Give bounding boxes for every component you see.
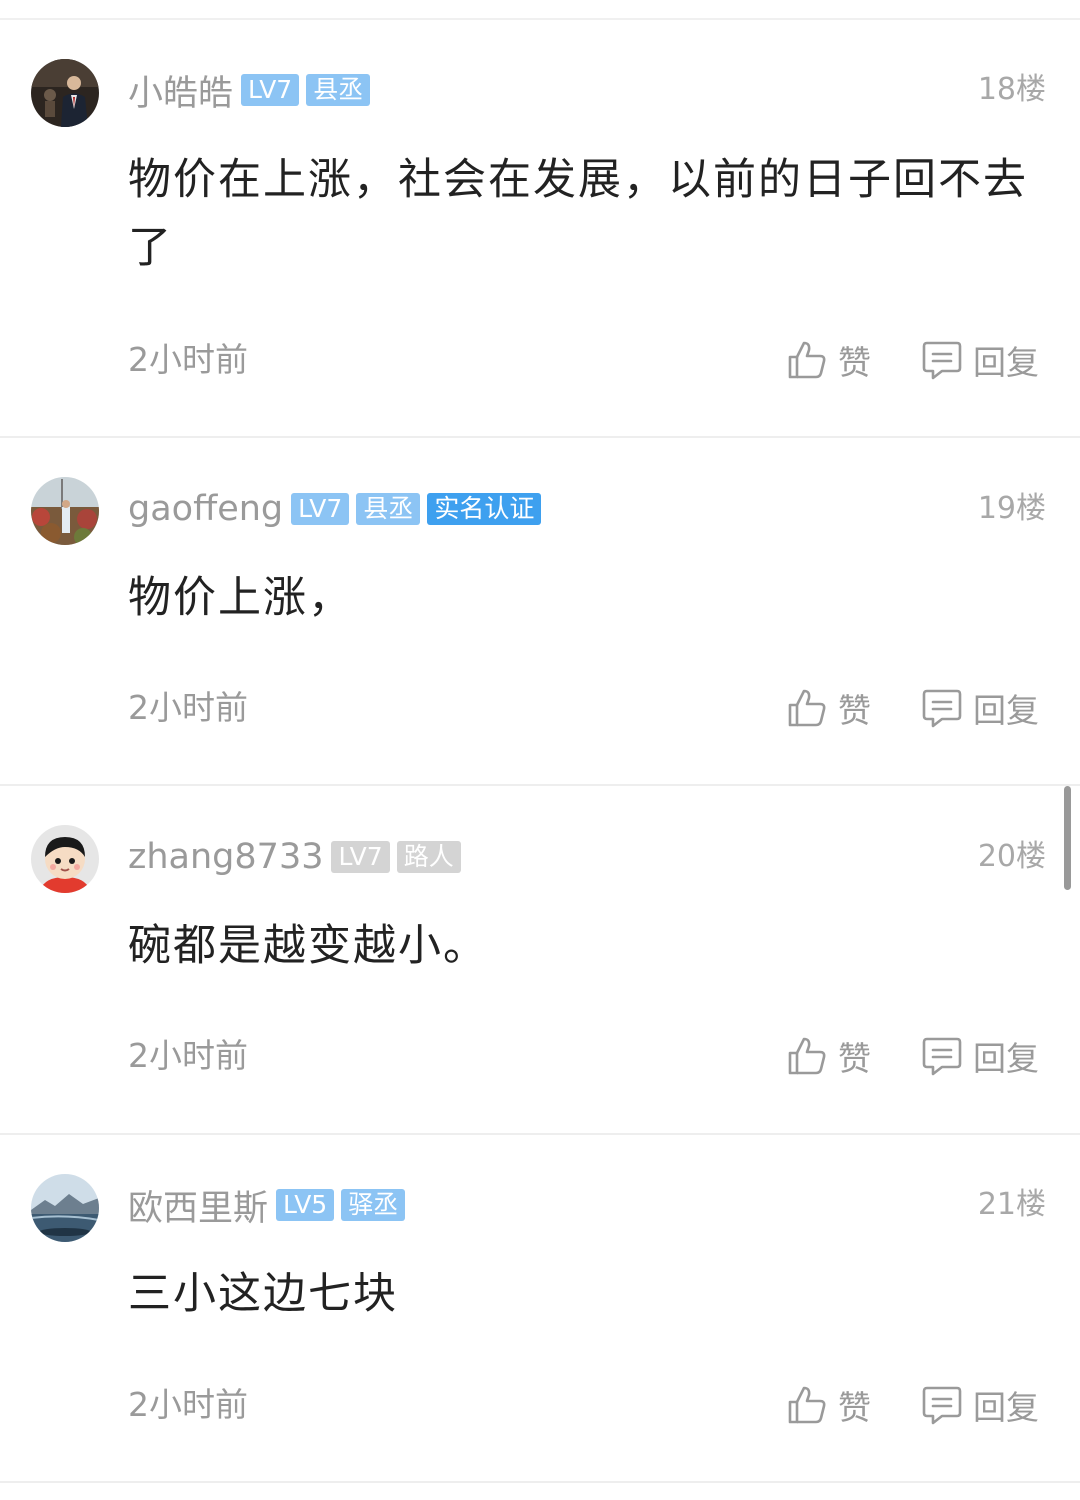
username[interactable]: 小皓皓 [128,65,233,116]
reply-button[interactable]: 回复 [921,683,1039,733]
reply-label: 回复 [973,343,1039,382]
title-badge: 路人 [396,841,461,873]
comment-time: 2小时前 [128,1036,248,1075]
like-label: 赞 [838,1039,871,1078]
reply-button[interactable]: 回复 [921,1380,1039,1430]
avatar-photo-icon [31,59,99,127]
comment-header: 小皓皓 LV7 县丞 [128,65,377,115]
level-badge: LV5 [276,1189,335,1221]
comment-bubble-icon [921,1035,963,1077]
level-badge: LV7 [291,493,350,525]
comment-divider [0,436,1080,438]
comment-divider [0,1481,1080,1483]
comment-time: 2小时前 [128,688,248,727]
avatar[interactable] [31,59,99,127]
comment-bubble-icon [921,1384,963,1426]
thumbs-up-icon [786,1384,828,1426]
avatar[interactable] [31,825,99,893]
title-badge: 县丞 [356,493,421,525]
reply-label: 回复 [973,691,1039,730]
thumbs-up-icon [786,1035,828,1077]
title-badge: 县丞 [306,74,371,106]
username[interactable]: 欧西里斯 [128,1180,268,1231]
cartoon-face-avatar-icon [31,825,99,893]
thumbs-up-icon [786,339,828,381]
like-label: 赞 [838,1388,871,1427]
comment-header: gaoffeng LV7 县丞 实名认证 [128,484,548,534]
comment-time: 2小时前 [128,340,248,379]
username[interactable]: gaoffeng [128,489,283,529]
floor-number: 18楼 [977,72,1046,107]
comment-divider [0,784,1080,786]
comment-header: 欧西里斯 LV5 驿丞 [128,1180,412,1230]
username[interactable]: zhang8733 [128,837,323,877]
reply-button[interactable]: 回复 [921,1031,1039,1081]
reply-label: 回复 [973,1388,1039,1427]
level-badge: LV7 [241,74,300,106]
like-label: 赞 [838,691,871,730]
like-button[interactable]: 赞 [786,1380,871,1430]
avatar[interactable] [31,477,99,545]
level-badge: LV7 [331,841,390,873]
comment-bubble-icon [921,687,963,729]
comment-text[interactable]: 物价上涨， [128,564,1028,632]
like-button[interactable]: 赞 [786,683,871,733]
comment-text[interactable]: 物价在上涨，社会在发展，以前的日子回不去了 [128,146,1028,282]
floor-number: 20楼 [977,839,1046,874]
top-divider [0,18,1080,20]
comment-time: 2小时前 [128,1385,248,1424]
floor-number: 19楼 [977,491,1046,526]
floor-number: 21楼 [977,1187,1046,1222]
landscape-avatar-icon [31,1174,99,1242]
verified-badge: 实名认证 [427,493,542,525]
reply-button[interactable]: 回复 [921,335,1039,385]
thumbs-up-icon [786,687,828,729]
comment-header: zhang8733 LV7 路人 [128,832,468,882]
like-button[interactable]: 赞 [786,1031,871,1081]
comment-text[interactable]: 碗都是越变越小。 [128,912,1028,980]
like-button[interactable]: 赞 [786,335,871,385]
like-label: 赞 [838,343,871,382]
reply-label: 回复 [973,1039,1039,1078]
avatar[interactable] [31,1174,99,1242]
comment-text[interactable]: 三小这边七块 [128,1260,1028,1328]
comment-bubble-icon [921,339,963,381]
avatar-photo-icon [31,477,99,545]
scrollbar[interactable] [1064,786,1071,890]
comment-divider [0,1133,1080,1135]
title-badge: 驿丞 [341,1189,406,1221]
